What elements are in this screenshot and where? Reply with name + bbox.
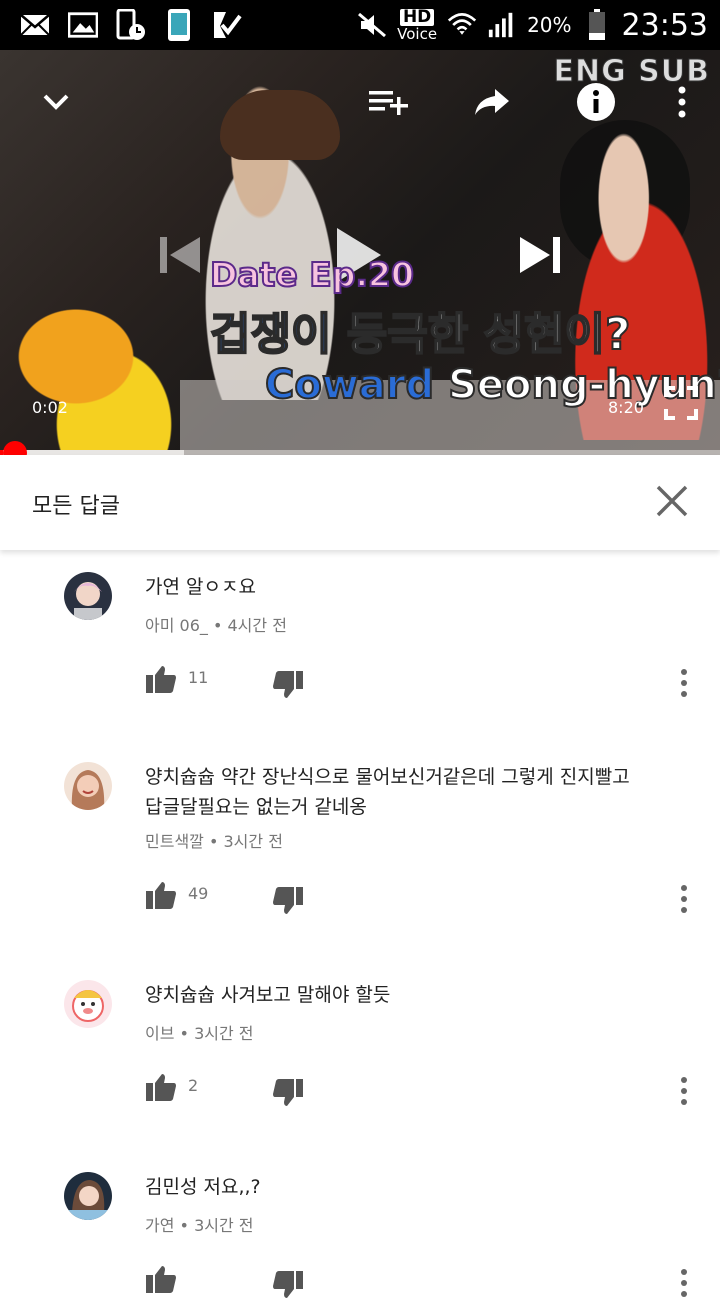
more-vert-icon — [681, 669, 687, 697]
like-button[interactable] — [145, 1264, 179, 1298]
comment-meta: 가연 • 3시간 전 — [145, 1216, 254, 1235]
thumbs-up-icon — [146, 882, 176, 909]
like-button[interactable] — [145, 880, 179, 914]
comment-author[interactable]: 민트색깔 — [145, 832, 204, 851]
comment-meta: 아미 06_ • 4시간 전 — [145, 616, 287, 635]
phone-icon — [164, 9, 194, 41]
total-time: 8:20 — [608, 398, 644, 417]
thumbs-up-icon — [146, 1266, 176, 1293]
dislike-button[interactable] — [272, 886, 306, 920]
comment-text: 김민성 저요,,? — [145, 1176, 261, 1198]
share-icon — [475, 89, 509, 115]
comment-more-button[interactable] — [672, 668, 696, 702]
thumbs-down-icon — [273, 671, 303, 698]
dislike-button[interactable] — [272, 1078, 306, 1112]
comment-text: 양치슙슙 사겨보고 말해야 할듯 — [145, 984, 391, 1006]
thumbs-down-icon — [273, 1271, 303, 1298]
overlay-title-korean-rest: 등극한 성현이? — [331, 308, 632, 361]
video-frame-hair-left — [220, 90, 340, 160]
battery-percent: 20% — [527, 13, 572, 37]
like-count: 49 — [188, 884, 209, 903]
thumbs-up-icon — [146, 1074, 176, 1101]
minimize-button[interactable] — [34, 80, 78, 124]
avatar[interactable] — [64, 1172, 112, 1220]
checkbox-icon — [212, 10, 242, 40]
skip-previous-icon — [160, 237, 200, 273]
next-button[interactable] — [510, 225, 570, 285]
clock: 23:53 — [621, 7, 708, 43]
phone-schedule-icon — [116, 9, 146, 40]
comment-more-button[interactable] — [672, 884, 696, 918]
overlay-title-episode: Date Ep.20 — [209, 254, 415, 295]
more-vert-icon — [678, 86, 686, 118]
comment-time: 3시간 전 — [194, 1216, 254, 1235]
like-button[interactable] — [145, 1072, 179, 1106]
replies-header: 모든 답글 — [0, 455, 720, 550]
thumbs-down-icon — [273, 887, 303, 914]
signal-icon — [487, 10, 517, 40]
more-vert-icon — [681, 1269, 687, 1297]
comment-text: 가연 알ㅇㅈ요 — [145, 576, 256, 598]
status-bar: HD Voice 20% 23:53 — [0, 0, 720, 50]
mute-icon — [357, 10, 387, 40]
dislike-button[interactable] — [272, 670, 306, 704]
playlist-add-icon — [369, 91, 408, 115]
previous-button[interactable] — [150, 225, 210, 285]
close-icon — [656, 485, 688, 517]
current-time: 0:02 — [32, 398, 68, 417]
thumbs-down-icon — [273, 1079, 303, 1106]
fullscreen-button[interactable] — [664, 386, 698, 420]
hd-label: HD — [399, 8, 435, 26]
more-vert-icon — [681, 1077, 687, 1105]
like-count: 2 — [188, 1076, 199, 1095]
chevron-down-icon — [43, 94, 69, 110]
overlay-title-english-highlight: Coward — [264, 361, 435, 409]
more-vert-icon — [681, 885, 687, 913]
wifi-icon — [447, 10, 477, 40]
video-frame-toy — [0, 280, 190, 450]
comment-text: 양치슙슙 약간 장난식으로 물어보신거같은데 그렇게 진지빨고 답글달필요는 없… — [145, 766, 630, 818]
share-button[interactable] — [470, 80, 514, 124]
video-player[interactable]: ENG SUB Date Ep.20 겁쟁이 등극한 성현이? Coward S… — [0, 50, 720, 454]
like-count: 11 — [188, 668, 209, 687]
video-more-button[interactable] — [660, 80, 704, 124]
thumbs-up-icon — [146, 666, 176, 693]
comment-more-button[interactable] — [672, 1076, 696, 1110]
comment-time: 3시간 전 — [194, 1024, 254, 1043]
hd-voice-badge: HD Voice — [397, 8, 438, 43]
avatar[interactable] — [64, 980, 112, 1028]
overlay-title-korean-highlight: 겁쟁이 — [209, 308, 332, 361]
avatar[interactable] — [64, 762, 112, 810]
mail-icon — [20, 10, 50, 40]
overlay-title-korean: 겁쟁이 등극한 성현이? — [209, 298, 632, 362]
comment-author[interactable]: 가연 — [145, 1216, 174, 1235]
overlay-title-english: Coward Seong-hyun? — [264, 361, 720, 409]
replies-title: 모든 답글 — [32, 494, 120, 519]
info-icon — [577, 83, 615, 121]
comment-meta: 민트색깔 • 3시간 전 — [145, 832, 283, 851]
voice-label: Voice — [397, 24, 438, 43]
comment-author[interactable]: 이브 — [145, 1024, 174, 1043]
comment-more-button[interactable] — [672, 1268, 696, 1302]
add-to-playlist-button[interactable] — [366, 80, 410, 124]
image-icon — [68, 10, 98, 40]
battery-icon — [582, 9, 612, 40]
comment-time: 4시간 전 — [227, 616, 287, 635]
like-button[interactable] — [145, 664, 179, 698]
skip-next-icon — [520, 237, 560, 273]
avatar[interactable] — [64, 572, 112, 620]
fullscreen-icon — [664, 386, 698, 420]
close-replies-button[interactable] — [652, 481, 692, 521]
info-button[interactable] — [574, 80, 618, 124]
dislike-button[interactable] — [272, 1270, 306, 1304]
comment-time: 3시간 전 — [223, 832, 283, 851]
comment-meta: 이브 • 3시간 전 — [145, 1024, 254, 1043]
comment-author[interactable]: 아미 06_ — [145, 616, 208, 635]
